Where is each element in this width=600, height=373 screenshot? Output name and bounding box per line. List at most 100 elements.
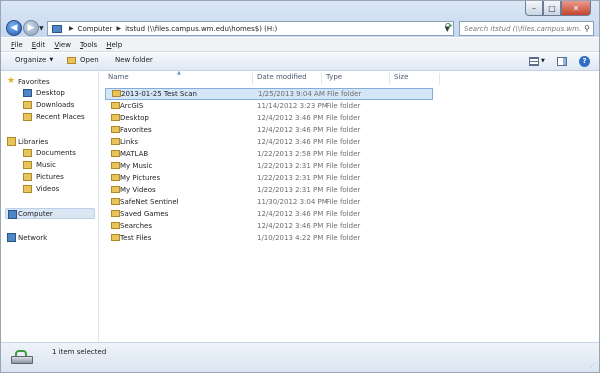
file-date: 11/14/2012 3:23 PM (257, 102, 328, 110)
libraries-header[interactable]: Libraries (1, 136, 99, 147)
column-divider[interactable] (439, 73, 440, 85)
menu-bar: File Edit View Tools Help (1, 38, 599, 52)
file-date: 12/4/2012 3:46 PM (257, 126, 324, 134)
menu-file[interactable]: File (11, 41, 23, 49)
chevron-right-icon[interactable]: ▶ (69, 25, 74, 32)
chevron-down-icon: ▼ (49, 57, 54, 63)
nav-item-documents[interactable]: Documents (1, 147, 99, 159)
table-row[interactable]: MATLAB 1/22/2013 2:58 PM File folder (99, 148, 599, 160)
folder-icon (111, 186, 120, 193)
table-row[interactable]: Saved Games 12/4/2012 3:46 PM File folde… (99, 208, 599, 220)
column-divider[interactable] (389, 73, 390, 85)
minimize-icon: – (532, 3, 536, 13)
recent-pages-dropdown-icon[interactable]: ▼ (39, 25, 44, 32)
preview-pane-icon[interactable] (557, 57, 567, 66)
nav-item-downloads[interactable]: Downloads (1, 99, 99, 111)
file-date: 1/25/2013 9:04 AM (258, 90, 325, 98)
drive-body (11, 356, 33, 364)
forward-arrow-icon: ▶ (27, 23, 35, 33)
table-row[interactable]: Desktop 12/4/2012 3:46 PM File folder (99, 112, 599, 124)
network-icon (7, 233, 16, 242)
forward-button[interactable]: ▶ (23, 20, 39, 36)
chevron-right-icon[interactable]: ▶ (116, 25, 121, 32)
folder-icon (111, 162, 120, 169)
column-header-name[interactable]: Name (108, 73, 129, 85)
folder-open-icon (67, 56, 76, 64)
nav-item-label: Pictures (36, 173, 64, 181)
file-name: ArcGIS (120, 102, 144, 110)
libraries-icon (7, 137, 16, 146)
explorer-window: – □ ✕ ◀ ▶ ▼ ▶ Computer ▶ itstud (\\files… (0, 0, 600, 373)
column-header-date-modified[interactable]: Date modified (257, 73, 307, 85)
file-name: Favorites (120, 126, 152, 134)
help-icon[interactable]: ? (579, 56, 590, 67)
table-row[interactable]: My Music 1/22/2013 2:31 PM File folder (99, 160, 599, 172)
file-type: File folder (326, 162, 361, 170)
table-row[interactable]: Searches 12/4/2012 3:46 PM File folder (99, 220, 599, 232)
maximize-button[interactable]: □ (543, 1, 561, 16)
view-dropdown-icon[interactable]: ▼ (541, 58, 545, 64)
menu-view[interactable]: View (54, 41, 71, 49)
table-row[interactable]: Test Files 1/10/2013 4:22 PM File folder (99, 232, 599, 244)
favorites-label: Favorites (18, 77, 50, 86)
menu-tools[interactable]: Tools (80, 41, 97, 49)
refresh-icon[interactable]: ⟳ (445, 22, 453, 32)
table-row[interactable]: My Videos 1/22/2013 2:31 PM File folder (99, 184, 599, 196)
nav-item-music[interactable]: Music (1, 159, 99, 171)
star-icon: ★ (7, 76, 16, 86)
resize-grip-icon[interactable]: ⋰ (590, 362, 596, 369)
change-view-icon[interactable] (529, 57, 539, 66)
details-pane: 1 item selected ⋰ (1, 342, 599, 372)
search-input[interactable]: Search itstud (\\files.campus.wm.edu\... (460, 25, 581, 33)
column-divider[interactable] (321, 73, 322, 85)
nav-item-videos[interactable]: Videos (1, 183, 99, 195)
folder-icon (111, 150, 120, 157)
recent-places-icon (23, 113, 32, 121)
file-name: Test Files (120, 234, 152, 242)
column-divider[interactable] (252, 73, 253, 85)
column-header-size[interactable]: Size (394, 73, 408, 85)
nav-item-recent-places[interactable]: Recent Places (1, 111, 99, 123)
breadcrumb-drive[interactable]: itstud (\\files.campus.wm.edu\homes$) (H… (125, 25, 277, 33)
file-name: Desktop (120, 114, 149, 122)
new-folder-button[interactable]: New folder (115, 56, 153, 64)
file-type: File folder (326, 150, 361, 158)
file-date: 1/22/2013 2:31 PM (257, 186, 324, 194)
file-name: My Music (120, 162, 153, 170)
table-row[interactable]: 2013-01-25 Test Scan 1/25/2013 9:04 AM F… (105, 88, 433, 100)
minimize-button[interactable]: – (525, 1, 543, 16)
file-type: File folder (326, 102, 361, 110)
table-row[interactable]: My Pictures 1/22/2013 2:31 PM File folde… (99, 172, 599, 184)
nav-item-pictures[interactable]: Pictures (1, 171, 99, 183)
file-date: 12/4/2012 3:46 PM (257, 138, 324, 146)
favorites-header[interactable]: ★ Favorites (1, 76, 99, 87)
column-header-type[interactable]: Type (326, 73, 342, 85)
title-bar: – □ ✕ ◀ ▶ ▼ ▶ Computer ▶ itstud (\\files… (1, 1, 599, 37)
breadcrumb-computer[interactable]: Computer (78, 25, 113, 33)
table-row[interactable]: Links 12/4/2012 3:46 PM File folder (99, 136, 599, 148)
nav-item-label: Documents (36, 149, 76, 157)
organize-button[interactable]: Organize ▼ (15, 56, 53, 64)
table-row[interactable]: SafeNet Sentinel 11/30/2012 3:04 PM File… (99, 196, 599, 208)
computer-group: Computer (1, 208, 99, 219)
nav-item-computer[interactable]: Computer (5, 208, 95, 219)
menu-edit[interactable]: Edit (32, 41, 46, 49)
close-button[interactable]: ✕ (561, 1, 591, 16)
nav-item-network[interactable]: Network (1, 232, 99, 243)
search-box[interactable]: Search itstud (\\files.campus.wm.edu\...… (459, 21, 594, 36)
folder-icon (111, 102, 120, 109)
folder-icon (111, 210, 120, 217)
table-row[interactable]: ArcGIS 11/14/2012 3:23 PM File folder (99, 100, 599, 112)
open-button[interactable]: Open (67, 56, 99, 64)
back-button[interactable]: ◀ (6, 20, 22, 36)
table-row[interactable]: Favorites 12/4/2012 3:46 PM File folder (99, 124, 599, 136)
computer-label: Computer (18, 209, 53, 218)
sort-indicator-icon: ▲ (177, 70, 181, 76)
nav-item-desktop[interactable]: Desktop (1, 87, 99, 99)
nav-item-label: Videos (36, 185, 60, 193)
address-bar[interactable]: ▶ Computer ▶ itstud (\\files.campus.wm.e… (47, 21, 454, 36)
search-icon[interactable]: ⚲ (581, 24, 593, 33)
file-type: File folder (326, 174, 361, 182)
menu-help[interactable]: Help (106, 41, 122, 49)
caption-buttons: – □ ✕ (525, 1, 591, 17)
